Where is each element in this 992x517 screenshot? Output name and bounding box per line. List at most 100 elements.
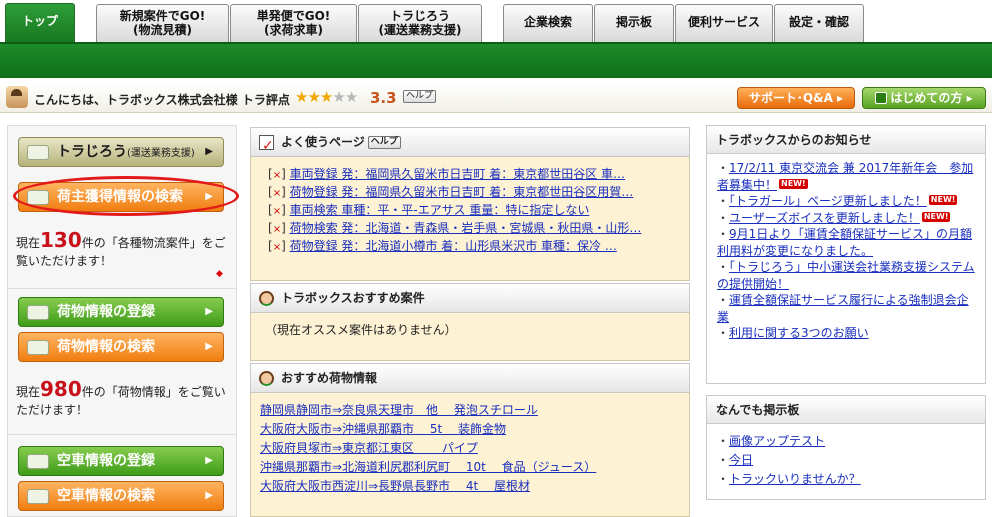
top-nav: トップ 新規案件でGO! (物流見積) 単発便でGO! (求荷求車) トラじろう (運… — [0, 0, 992, 42]
remove-icon[interactable]: × — [273, 170, 281, 181]
history-link[interactable]: 荷物登録 発：福岡県久留米市日吉町 着：東京都世田谷区用賀… — [290, 185, 634, 199]
checklist-icon — [259, 132, 274, 160]
arrow-right-icon: ▶ — [205, 306, 213, 317]
truck-search-button[interactable]: 空車情報の検索 ▶ — [18, 481, 224, 511]
cargo-row: 大阪府貝塚市⇒東京都江東区 パイプ — [251, 439, 689, 458]
tab-settings[interactable]: 設定・確認 — [774, 4, 864, 42]
arrow-right-icon: ▶ — [205, 341, 213, 352]
truck-icon — [27, 489, 49, 504]
cargo-title: おすすめ荷物情報 — [281, 371, 378, 385]
star-icon: ★ — [332, 88, 345, 106]
star-icon: ★ — [307, 88, 320, 106]
tab-new-project[interactable]: 新規案件でGO! (物流見積) — [96, 4, 229, 42]
right-sidebar: トラボックスからのお知らせ ・17/2/11 東京交流会 兼 2017年新年会 … — [706, 125, 986, 517]
cargo-link[interactable]: 静岡県静岡市⇒奈良県天理市 他 発泡スチロール — [260, 403, 538, 417]
cargo-register-label: 荷物情報の登録 — [57, 304, 155, 320]
tab-board[interactable]: 掲示板 — [594, 4, 674, 42]
news-link[interactable]: 「トラじろう」中小運送会社業務支援システムの提供開始！ — [717, 260, 975, 291]
news-item: ・「トラガール」ページ更新しました！ NEW! — [717, 194, 958, 208]
cargo-search-button[interactable]: 荷物情報の検索 ▶ — [18, 332, 224, 362]
board-link[interactable]: 画像アップテスト — [729, 434, 825, 448]
cargo-link[interactable]: 大阪府大阪市西淀川⇒長野県長野市 4t 屋根材 — [260, 479, 530, 493]
cargo-list: 静岡県静岡市⇒奈良県天理市 他 発泡スチロール 大阪府大阪市⇒沖縄県那覇市 5t… — [250, 393, 690, 517]
history-header: よく使うページヘルプ — [250, 127, 690, 160]
news-link[interactable]: 利用に関する3つのお願い — [729, 326, 869, 340]
news-link[interactable]: ユーザーズボイスを更新しました！ — [729, 211, 920, 225]
cargo-count-text: 現在980件の「荷物情報」をご覧いただけます！ — [16, 377, 226, 417]
cargo-link[interactable]: 沖縄県那覇市⇒北海道利尻郡利尻町 10t 食品（ジュース） — [260, 460, 596, 474]
news-box: トラボックスからのお知らせ ・17/2/11 東京交流会 兼 2017年新年会 … — [706, 125, 986, 384]
recommend-body: （現在オススメ案件はありません） — [250, 313, 690, 361]
new-badge: NEW! — [928, 195, 958, 205]
truck-icon — [27, 145, 49, 160]
star-icon: ★ — [319, 88, 333, 106]
history-link[interactable]: 荷物検索 発：北海道・青森県・岩手県・宮城県・秋田県・山形… — [290, 221, 642, 235]
news-item: ・運賃全額保証サービス履行による強制退会企業 — [717, 293, 969, 324]
project-count: 130 — [40, 228, 82, 252]
history-link[interactable]: 荷物登録 発：北海道小樽市 着：山形県米沢市 車種：保冷 … — [290, 239, 617, 253]
board-item: ・画像アップテスト — [717, 434, 826, 448]
user-strip: こんにちは、トラボックス株式会社様 トラ評点 ★★★★★ 3.3 ヘルプ サポー… — [0, 83, 992, 113]
highlight-circle — [13, 176, 239, 216]
cargo-register-button[interactable]: 荷物情報の登録 ▶ — [18, 297, 224, 327]
history-row: [×] 荷物検索 発：北海道・青森県・岩手県・宮城県・秋田県・山形… — [268, 221, 642, 235]
news-link[interactable]: 17/2/11 東京交流会 兼 2017年新年会 参加者募集中！ — [717, 161, 973, 192]
arrow-right-icon: ▶ — [205, 490, 213, 501]
history-link[interactable]: 車両登録 発：福岡県久留米市日吉町 着：東京都世田谷区 車… — [290, 167, 625, 181]
cargo-box-icon — [27, 340, 49, 355]
rating-stars: ★★★★★ — [295, 88, 358, 106]
divider — [8, 434, 236, 435]
tab-services[interactable]: 便利サービス — [675, 4, 773, 42]
history-row: [×] 荷物登録 発：北海道小樽市 着：山形県米沢市 車種：保冷 … — [268, 239, 617, 253]
torajiro-sublabel: (運送業務支援) — [127, 148, 195, 159]
new-badge: NEW! — [921, 211, 951, 222]
remove-icon[interactable]: × — [273, 188, 281, 199]
new-marker-icon: ◆ — [216, 269, 223, 279]
remove-icon[interactable]: × — [273, 242, 281, 253]
news-link[interactable]: 運賃全額保証サービス履行による強制退会企業 — [717, 293, 969, 324]
rating-score: 3.3 — [370, 89, 397, 107]
tab-top[interactable]: トップ — [5, 3, 75, 42]
cargo-header: おすすめ荷物情報 — [250, 363, 690, 393]
remove-icon[interactable]: × — [273, 206, 281, 217]
news-item: ・「トラじろう」中小運送会社業務支援システムの提供開始！ — [717, 260, 975, 291]
support-qa-button[interactable]: サポート･Q&A ▸ — [737, 87, 855, 109]
cargo-box-icon — [27, 305, 49, 320]
history-link[interactable]: 車両検索 車種：平・平-エアサス 重量：特に指定しない — [290, 203, 590, 217]
board-box: なんでも掲示板 ・画像アップテスト ・今日 ・トラックいりませんか？ — [706, 395, 986, 500]
news-link[interactable]: 「トラガール」ページ更新しました！ — [729, 194, 927, 208]
arrow-right-icon: ▶ — [205, 455, 213, 466]
history-row: [×] 車両登録 発：福岡県久留米市日吉町 着：東京都世田谷区 車… — [268, 167, 626, 181]
cargo-link[interactable]: 大阪府大阪市⇒沖縄県那覇市 5t 装飾金物 — [260, 422, 506, 436]
person-face-icon — [259, 371, 274, 386]
first-time-label: はじめての方 — [890, 91, 963, 105]
star-icon: ★ — [295, 88, 308, 106]
arrow-right-icon: ▶ — [205, 146, 213, 157]
board-link[interactable]: トラックいりませんか？ — [729, 472, 861, 486]
tab-company-search[interactable]: 企業検索 — [503, 4, 593, 42]
first-time-button[interactable]: はじめての方 ▸ — [862, 87, 986, 109]
remove-icon[interactable]: × — [273, 224, 281, 235]
main-content: よく使うページヘルプ [×] 車両登録 発：福岡県久留米市日吉町 着：東京都世田… — [250, 125, 690, 517]
recommend-empty-text: （現在オススメ案件はありません） — [265, 323, 457, 337]
user-avatar-icon — [6, 86, 28, 108]
news-link[interactable]: 9月1日より「運賃全額保証サービス」の月額利用料が変更になりました。 — [717, 227, 972, 258]
divider — [8, 288, 236, 289]
history-list: [×] 車両登録 発：福岡県久留米市日吉町 着：東京都世田谷区 車… [×] 荷… — [250, 157, 690, 281]
torajiro-button[interactable]: トラじろう(運送業務支援) ▶ — [18, 137, 224, 167]
tab-single-trip[interactable]: 単発便でGO! (求荷求車) — [230, 4, 357, 42]
rating-help-button[interactable]: ヘルプ — [403, 90, 437, 103]
left-sidebar: トラじろう(運送業務支援) ▶ 荷主獲得情報の検索 ▶ 現在130件の「各種物流… — [7, 125, 239, 517]
tab-torajiro[interactable]: トラじろう (運送業務支援) — [358, 4, 482, 42]
board-list: ・画像アップテスト ・今日 ・トラックいりませんか？ — [707, 424, 985, 489]
beginner-mark-icon — [875, 92, 888, 104]
recommend-title: トラボックスおすすめ案件 — [281, 291, 425, 305]
news-item: ・ユーザーズボイスを更新しました！ NEW! — [717, 210, 951, 225]
history-row: [×] 車両検索 車種：平・平-エアサス 重量：特に指定しない — [268, 203, 590, 217]
news-item: ・17/2/11 東京交流会 兼 2017年新年会 参加者募集中！ NEW! — [717, 161, 974, 192]
nav-green-bar — [0, 42, 992, 78]
truck-register-button[interactable]: 空車情報の登録 ▶ — [18, 446, 224, 476]
cargo-link[interactable]: 大阪府貝塚市⇒東京都江東区 パイプ — [260, 441, 478, 455]
history-help-button[interactable]: ヘルプ — [367, 136, 401, 149]
board-link[interactable]: 今日 — [729, 453, 753, 467]
